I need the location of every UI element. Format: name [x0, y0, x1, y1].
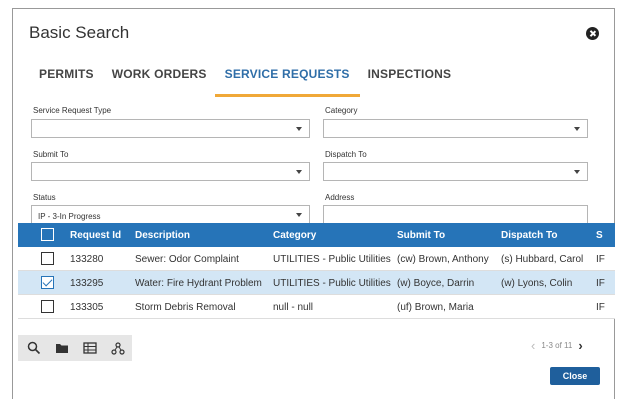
chevron-down-icon	[574, 127, 580, 131]
status-label: Status	[33, 193, 56, 202]
hierarchy-icon[interactable]	[106, 337, 130, 359]
status-select[interactable]: IP - 3-In Progress	[31, 205, 310, 224]
row-checkbox[interactable]	[41, 252, 54, 265]
chevron-down-icon	[296, 213, 302, 217]
status-cell: IF	[596, 278, 605, 289]
service-request-type-label: Service Request Type	[33, 106, 112, 115]
submit-to-cell: (cw) Brown, Anthony	[397, 254, 489, 265]
dispatch-to-cell: (w) Lyons, Colin	[501, 278, 573, 289]
chevron-down-icon	[296, 170, 302, 174]
dispatch-to-cell: (s) Hubbard, Carol	[501, 254, 584, 265]
submit-to-label: Submit To	[33, 150, 69, 159]
description-cell: Water: Fire Hydrant Problem	[135, 278, 262, 289]
close-button[interactable]: Close	[550, 367, 600, 385]
request-id-cell: 133295	[70, 278, 104, 289]
tab-inspections[interactable]: INSPECTIONS	[368, 67, 452, 97]
request-id-cell: 133280	[70, 254, 104, 265]
address-label: Address	[325, 193, 355, 202]
status-cell: IF	[596, 254, 605, 265]
chevron-right-icon[interactable]: ›	[578, 338, 582, 353]
column-header-request-id[interactable]: Request Id	[70, 230, 121, 241]
table-row[interactable]: 133295 Water: Fire Hydrant Problem UTILI…	[18, 271, 615, 295]
row-checkbox[interactable]	[41, 300, 54, 313]
dispatch-to-select[interactable]	[323, 162, 588, 181]
category-cell: UTILITIES - Public Utilities	[273, 278, 391, 289]
dispatch-to-label: Dispatch To	[325, 150, 367, 159]
table-header: Request Id Description Category Submit T…	[18, 223, 615, 247]
column-header-status[interactable]: S	[596, 230, 603, 241]
table-view-icon[interactable]	[78, 337, 102, 359]
select-all-checkbox[interactable]	[41, 228, 54, 241]
table-toolbar	[18, 335, 132, 361]
column-header-submit-to[interactable]: Submit To	[397, 230, 445, 241]
column-header-dispatch-to[interactable]: Dispatch To	[501, 230, 557, 241]
row-checkbox[interactable]	[41, 276, 54, 289]
category-cell: null - null	[273, 302, 314, 313]
status-cell: IF	[596, 302, 605, 313]
tab-permits[interactable]: PERMITS	[39, 67, 94, 97]
folder-icon[interactable]	[50, 337, 74, 359]
pagination-range: 1-3 of 11	[541, 341, 573, 350]
tab-service-requests[interactable]: SERVICE REQUESTS	[214, 67, 360, 97]
submit-to-cell: (w) Boyce, Darrin	[397, 278, 475, 289]
column-header-description[interactable]: Description	[135, 230, 190, 241]
description-cell: Sewer: Odor Complaint	[135, 254, 239, 265]
column-header-category[interactable]: Category	[273, 230, 316, 241]
category-cell: UTILITIES - Public Utilities	[273, 254, 391, 265]
dialog-title: Basic Search	[29, 23, 130, 42]
description-cell: Storm Debris Removal	[135, 302, 236, 313]
submit-to-select[interactable]	[31, 162, 310, 181]
service-request-type-select[interactable]	[31, 119, 310, 138]
category-label: Category	[325, 106, 358, 115]
table-row[interactable]: 133280 Sewer: Odor Complaint UTILITIES -…	[18, 247, 615, 271]
address-input[interactable]	[323, 205, 588, 224]
tab-bar: PERMITS WORK ORDERS SERVICE REQUESTS INS…	[39, 67, 469, 97]
chevron-left-icon[interactable]: ‹	[531, 338, 535, 353]
category-select[interactable]	[323, 119, 588, 138]
tab-work-orders[interactable]: WORK ORDERS	[112, 67, 207, 97]
close-icon[interactable]	[586, 27, 599, 40]
pagination: ‹ 1-3 of 11 ›	[531, 338, 583, 353]
submit-to-cell: (uf) Brown, Maria	[397, 302, 474, 313]
request-id-cell: 133305	[70, 302, 104, 313]
chevron-down-icon	[574, 170, 580, 174]
results-table: Request Id Description Category Submit T…	[18, 223, 615, 326]
search-icon[interactable]	[22, 337, 46, 359]
status-value: IP - 3-In Progress	[38, 212, 101, 221]
table-row[interactable]: 133305 Storm Debris Removal null - null …	[18, 295, 615, 319]
chevron-down-icon	[296, 127, 302, 131]
